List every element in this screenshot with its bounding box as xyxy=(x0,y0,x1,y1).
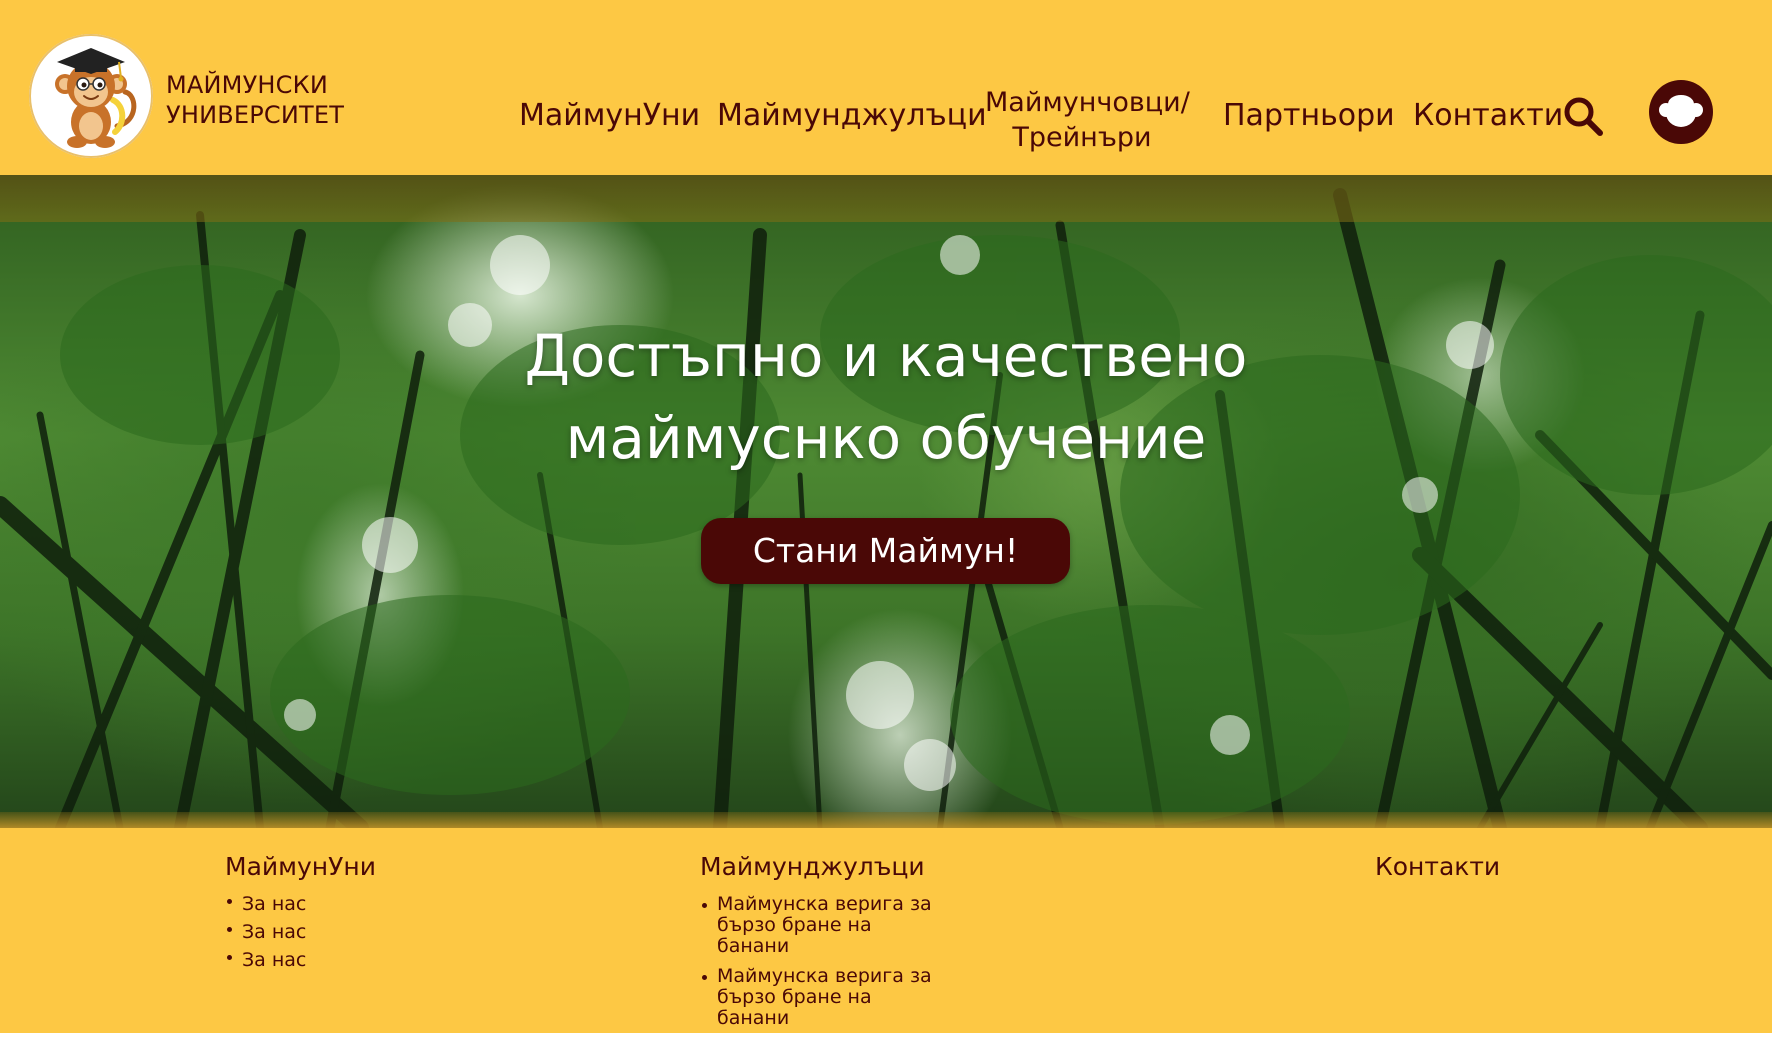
monkey-face-icon xyxy=(1659,95,1703,127)
nav-item-trainers-line2: Трейнъри xyxy=(1012,122,1152,153)
brand-name-line2: УНИВЕРСИТЕТ xyxy=(166,101,345,129)
footer-heading: МаймунУни xyxy=(225,852,376,881)
footer-link-line2: бързо бране на банани xyxy=(717,986,872,1029)
hero-bottom-overlay xyxy=(0,812,1772,828)
footer-column-maimundzhultsi: Маймунджулъци Маймунска верига за бързо … xyxy=(700,852,937,1038)
footer-link-line1: Маймунска верига за xyxy=(717,893,932,915)
footer-link-line2: бързо бране на банани xyxy=(717,914,872,957)
hero-top-overlay xyxy=(0,175,1772,222)
hero-banner: Достъпно и качествено маймуснко обучение… xyxy=(0,175,1772,828)
hero-title-line1: Достъпно и качествено xyxy=(524,322,1248,390)
nav-item-trainers[interactable]: Маймунчовци/ Трейнъри xyxy=(985,85,1190,155)
hero-title: Достъпно и качествено маймуснко обучение xyxy=(436,315,1336,479)
nav-item-maimununi[interactable]: МаймунУни xyxy=(519,98,700,134)
footer-link-banana-chain[interactable]: Маймунска верига за бързо бране на банан… xyxy=(700,966,937,1029)
footer-link-banana-chain[interactable]: Маймунска верига за бързо бране на банан… xyxy=(700,894,937,957)
logo[interactable] xyxy=(29,34,153,158)
footer-column-maimununi: МаймунУни За нас За нас За нас xyxy=(225,852,376,974)
search-button[interactable] xyxy=(1562,95,1606,139)
nav-item-partners[interactable]: Партньори xyxy=(1223,98,1395,134)
nav-item-maimundzhultsi[interactable]: Маймунджулъци xyxy=(717,98,987,134)
search-icon xyxy=(1564,97,1603,136)
footer-links: Маймунска верига за бързо бране на банан… xyxy=(700,894,937,1029)
footer-links: За нас За нас За нас xyxy=(225,890,376,974)
monkey-graduate-icon xyxy=(55,48,137,148)
footer-link-line1: Маймунска верига за xyxy=(717,965,932,987)
footer-link-about[interactable]: За нас xyxy=(225,946,376,974)
nav-item-contacts[interactable]: Контакти xyxy=(1413,98,1563,134)
footer-heading[interactable]: Контакти xyxy=(1375,852,1500,882)
site-header: МАЙМУНСКИ УНИВЕРСИТЕТ МаймунУни Маймундж… xyxy=(0,0,1772,175)
hero-title-line2: маймуснко обучение xyxy=(565,404,1207,472)
footer-link-about[interactable]: За нас xyxy=(225,918,376,946)
footer-heading: Маймунджулъци xyxy=(700,852,925,881)
profile-button[interactable] xyxy=(1649,80,1713,144)
brand-name-line1: МАЙМУНСКИ xyxy=(166,71,329,99)
bamboo-forest-image xyxy=(0,188,1772,828)
page: МАЙМУНСКИ УНИВЕРСИТЕТ МаймунУни Маймундж… xyxy=(0,0,1772,1033)
become-monkey-button[interactable]: Стани Маймун! xyxy=(701,518,1070,584)
footer-link-about[interactable]: За нас xyxy=(225,890,376,918)
footer-column-contacts: Контакти xyxy=(1375,852,1500,882)
brand-name[interactable]: МАЙМУНСКИ УНИВЕРСИТЕТ xyxy=(166,70,344,130)
site-footer: МаймунУни За нас За нас За нас Маймунджу… xyxy=(0,828,1772,1033)
nav-item-trainers-line1: Маймунчовци/ xyxy=(985,87,1190,118)
